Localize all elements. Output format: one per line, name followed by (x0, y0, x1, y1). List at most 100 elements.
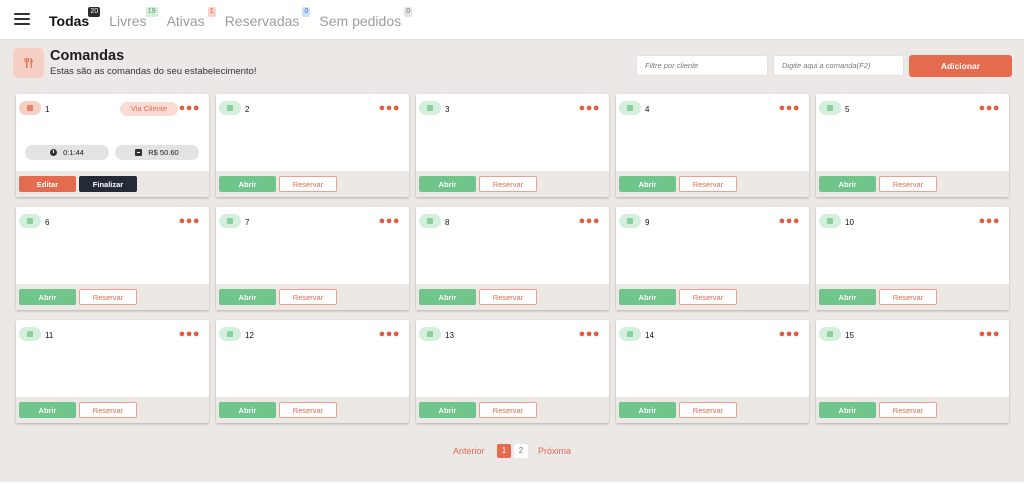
reserve-button[interactable]: Reservar (479, 176, 537, 192)
open-button[interactable]: Abrir (619, 176, 676, 192)
open-button[interactable]: Abrir (219, 289, 276, 305)
more-dots-icon[interactable]: ●●● (579, 329, 600, 340)
order-card[interactable]: 13 ●●● Abrir Reservar (416, 320, 609, 423)
status-toggle[interactable] (419, 101, 441, 115)
more-dots-icon[interactable]: ●●● (379, 216, 400, 227)
tab-ativas[interactable]: Ativas 1 (167, 7, 216, 29)
reserve-button[interactable]: Reservar (79, 289, 137, 305)
open-button[interactable]: Abrir (819, 289, 876, 305)
finish-button[interactable]: Finalizar (79, 176, 137, 192)
hamburger-menu-icon[interactable] (14, 13, 30, 27)
more-dots-icon[interactable]: ●●● (179, 103, 200, 114)
tab-todas[interactable]: Todas 20 (49, 7, 101, 29)
card-actions: Abrir Reservar (216, 171, 409, 197)
status-toggle[interactable] (19, 327, 41, 341)
tab-sem-pedidos[interactable]: Sem pedidos 0 (319, 7, 413, 29)
status-toggle[interactable] (419, 327, 441, 341)
page-number-current[interactable]: 1 (497, 444, 511, 458)
open-button[interactable]: Abrir (619, 402, 676, 418)
order-card[interactable]: 11 ●●● Abrir Reservar (16, 320, 209, 423)
status-toggle[interactable] (419, 214, 441, 228)
order-card[interactable]: 9 ●●● Abrir Reservar (616, 207, 809, 310)
status-toggle[interactable] (19, 101, 41, 115)
more-dots-icon[interactable]: ●●● (979, 216, 1000, 227)
order-card[interactable]: 8 ●●● Abrir Reservar (416, 207, 609, 310)
more-dots-icon[interactable]: ●●● (779, 216, 800, 227)
order-number: 6 (45, 218, 50, 227)
status-toggle[interactable] (619, 214, 641, 228)
tab-reservadas[interactable]: Reservadas 0 (225, 7, 311, 29)
order-card[interactable]: 2 ●●● Abrir Reservar (216, 94, 409, 197)
order-card[interactable]: 7 ●●● Abrir Reservar (216, 207, 409, 310)
more-dots-icon[interactable]: ●●● (579, 216, 600, 227)
status-toggle[interactable] (619, 327, 641, 341)
order-number: 11 (45, 331, 54, 340)
status-toggle[interactable] (819, 214, 841, 228)
open-button[interactable]: Abrir (419, 289, 476, 305)
status-toggle[interactable] (19, 214, 41, 228)
reserve-button[interactable]: Reservar (879, 289, 937, 305)
edit-button[interactable]: Editar (19, 176, 76, 192)
order-card[interactable]: 1 Via Cliente 0:1:44 R$ 50.60 ●●● Editar Final… (16, 94, 209, 197)
order-number: 15 (845, 331, 854, 340)
open-button[interactable]: Abrir (419, 402, 476, 418)
open-button[interactable]: Abrir (19, 289, 76, 305)
order-number: 5 (845, 105, 850, 114)
tab-count-badge: 0 (404, 7, 413, 17)
status-toggle[interactable] (219, 101, 241, 115)
client-filter-input[interactable] (636, 55, 768, 76)
status-toggle[interactable] (619, 101, 641, 115)
reserve-button[interactable]: Reservar (279, 289, 337, 305)
status-toggle[interactable] (219, 214, 241, 228)
next-page-link[interactable]: Próxima (538, 446, 571, 456)
order-card[interactable]: 14 ●●● Abrir Reservar (616, 320, 809, 423)
order-card[interactable]: 15 ●●● Abrir Reservar (816, 320, 1009, 423)
reserve-button[interactable]: Reservar (279, 176, 337, 192)
order-card[interactable]: 3 ●●● Abrir Reservar (416, 94, 609, 197)
open-button[interactable]: Abrir (819, 402, 876, 418)
card-actions: Abrir Reservar (16, 284, 209, 310)
previous-page-link[interactable]: Anterior (453, 446, 485, 456)
order-search-input[interactable] (773, 55, 904, 76)
reserve-button[interactable]: Reservar (679, 176, 737, 192)
more-dots-icon[interactable]: ●●● (179, 216, 200, 227)
more-dots-icon[interactable]: ●●● (379, 103, 400, 114)
more-dots-icon[interactable]: ●●● (779, 329, 800, 340)
page-number[interactable]: 2 (514, 444, 528, 458)
more-dots-icon[interactable]: ●●● (579, 103, 600, 114)
reserve-button[interactable]: Reservar (479, 289, 537, 305)
card-actions: Abrir Reservar (816, 397, 1009, 423)
open-button[interactable]: Abrir (419, 176, 476, 192)
tab-livres[interactable]: Livres 19 (109, 7, 158, 29)
more-dots-icon[interactable]: ●●● (379, 329, 400, 340)
order-card[interactable]: 12 ●●● Abrir Reservar (216, 320, 409, 423)
status-toggle[interactable] (819, 327, 841, 341)
open-button[interactable]: Abrir (219, 176, 276, 192)
status-toggle[interactable] (819, 101, 841, 115)
reserve-button[interactable]: Reservar (279, 402, 337, 418)
reserve-button[interactable]: Reservar (679, 402, 737, 418)
open-button[interactable]: Abrir (619, 289, 676, 305)
order-card[interactable]: 5 ●●● Abrir Reservar (816, 94, 1009, 197)
card-actions: Abrir Reservar (816, 284, 1009, 310)
reserve-button[interactable]: Reservar (479, 402, 537, 418)
order-card[interactable]: 4 ●●● Abrir Reservar (616, 94, 809, 197)
reserve-button[interactable]: Reservar (879, 176, 937, 192)
open-button[interactable]: Abrir (219, 402, 276, 418)
more-dots-icon[interactable]: ●●● (979, 103, 1000, 114)
reserve-button[interactable]: Reservar (679, 289, 737, 305)
card-actions: Abrir Reservar (216, 397, 409, 423)
add-button[interactable]: Adicionar (909, 55, 1012, 77)
more-dots-icon[interactable]: ●●● (179, 329, 200, 340)
status-icon (627, 218, 633, 224)
open-button[interactable]: Abrir (19, 402, 76, 418)
more-dots-icon[interactable]: ●●● (979, 329, 1000, 340)
order-card[interactable]: 6 ●●● Abrir Reservar (16, 207, 209, 310)
open-button[interactable]: Abrir (819, 176, 876, 192)
order-number: 14 (645, 331, 654, 340)
status-toggle[interactable] (219, 327, 241, 341)
order-card[interactable]: 10 ●●● Abrir Reservar (816, 207, 1009, 310)
reserve-button[interactable]: Reservar (79, 402, 137, 418)
reserve-button[interactable]: Reservar (879, 402, 937, 418)
more-dots-icon[interactable]: ●●● (779, 103, 800, 114)
